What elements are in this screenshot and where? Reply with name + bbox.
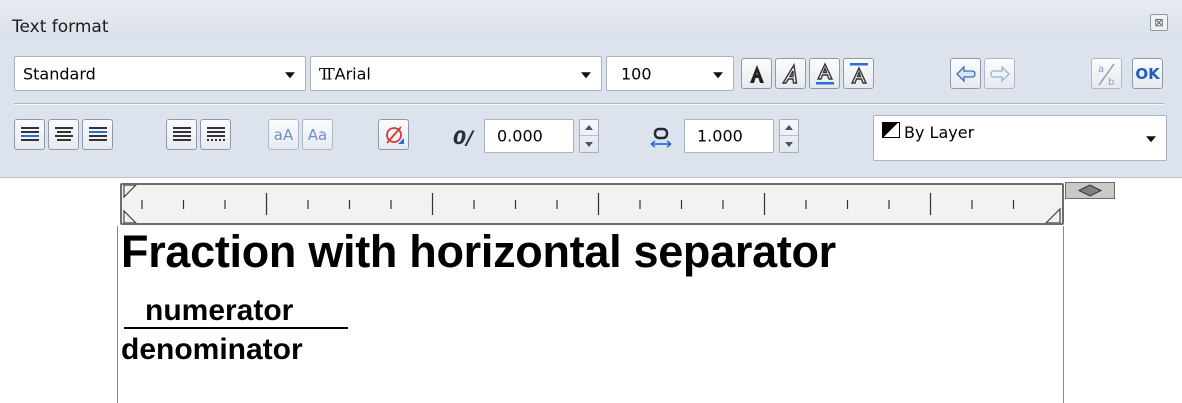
chevron-down-icon (581, 71, 591, 78)
toolbar-separator (14, 103, 1164, 104)
align-center-button[interactable] (48, 119, 79, 150)
fraction-numerator: numerator (145, 294, 294, 327)
oblique-angle-icon: 0/ (453, 127, 473, 149)
undo-button[interactable] (950, 58, 981, 89)
resize-diamond-icon (1077, 184, 1103, 197)
fraction-denominator: denominator (121, 333, 303, 366)
redo-button[interactable] (984, 58, 1015, 89)
ruler-width-handle[interactable] (1065, 182, 1115, 199)
close-icon[interactable]: ⊠ (1150, 14, 1168, 31)
align-left-button[interactable] (14, 119, 45, 150)
color-value: By Layer (904, 123, 975, 142)
spinner-up-icon[interactable] (580, 120, 598, 136)
undo-icon (955, 64, 976, 83)
oblique-angle-spinner[interactable] (579, 119, 599, 153)
title-bar[interactable]: Text format ⊠ (0, 0, 1182, 40)
distribute-button[interactable] (200, 119, 231, 150)
spinner-down-icon[interactable] (580, 136, 598, 152)
ok-button[interactable]: OK (1132, 58, 1163, 89)
style-value: Standard (23, 64, 96, 83)
text-format-toolbar: Text format ⊠ Standard TT Arial 100 a b … (0, 0, 1182, 178)
redo-icon (989, 64, 1010, 83)
editor-heading-text: Fraction with horizontal separator (121, 226, 836, 277)
tracking-value: 1.000 (697, 126, 743, 146)
text-height-dropdown[interactable]: 100 (606, 56, 734, 91)
font-value: Arial (334, 64, 371, 83)
window-title: Text format (12, 17, 109, 37)
stack-fraction-button[interactable]: a b (1091, 58, 1122, 89)
text-editor-area[interactable]: Fraction with horizontal separator numer… (117, 226, 1064, 403)
stack-fraction-icon: a b (1098, 63, 1115, 87)
oblique-angle-value: 0.000 (497, 126, 543, 146)
chevron-down-icon (1146, 136, 1156, 143)
text-height-value: 100 (621, 64, 652, 83)
lowercase-button[interactable]: aA (268, 119, 299, 150)
svg-text:b: b (1108, 77, 1114, 87)
tracking-icon (650, 127, 672, 148)
underline-icon (815, 61, 834, 84)
align-left-icon (20, 126, 39, 141)
ruler-ticks (123, 185, 1061, 223)
diameter-symbol-icon (385, 125, 404, 144)
insert-symbol-button[interactable] (378, 119, 409, 150)
tracking-spinner[interactable] (779, 119, 799, 153)
bold-button[interactable] (741, 58, 772, 89)
distribute-icon (206, 126, 225, 141)
spinner-down-icon[interactable] (780, 136, 798, 152)
align-center-icon (54, 126, 73, 141)
uppercase-button[interactable]: Aa (302, 119, 333, 150)
text-ruler[interactable] (120, 183, 1064, 225)
bold-icon (749, 64, 764, 83)
font-value-wrap: TT Arial (319, 64, 371, 83)
chevron-down-icon (285, 71, 295, 78)
underline-button[interactable] (809, 58, 840, 89)
overline-icon (849, 62, 868, 84)
align-right-button[interactable] (82, 119, 113, 150)
style-dropdown[interactable]: Standard (14, 56, 306, 91)
oblique-glyph: 0/ (453, 127, 474, 149)
svg-text:a: a (1098, 64, 1104, 75)
truetype-font-icon: TT (319, 64, 334, 83)
chevron-down-icon (713, 71, 723, 78)
font-dropdown[interactable]: TT Arial (310, 56, 602, 91)
spinner-up-icon[interactable] (780, 120, 798, 136)
align-right-icon (88, 126, 107, 141)
fraction-separator-line (124, 327, 348, 329)
tracking-input[interactable]: 1.000 (684, 119, 774, 153)
oblique-angle-input[interactable]: 0.000 (484, 119, 574, 153)
color-swatch-icon (882, 122, 900, 138)
overline-button[interactable] (843, 58, 874, 89)
justify-button[interactable] (166, 119, 197, 150)
color-dropdown[interactable]: By Layer (873, 115, 1167, 161)
italic-button[interactable] (775, 58, 806, 89)
italic-icon (781, 62, 797, 84)
justify-icon (172, 126, 191, 141)
